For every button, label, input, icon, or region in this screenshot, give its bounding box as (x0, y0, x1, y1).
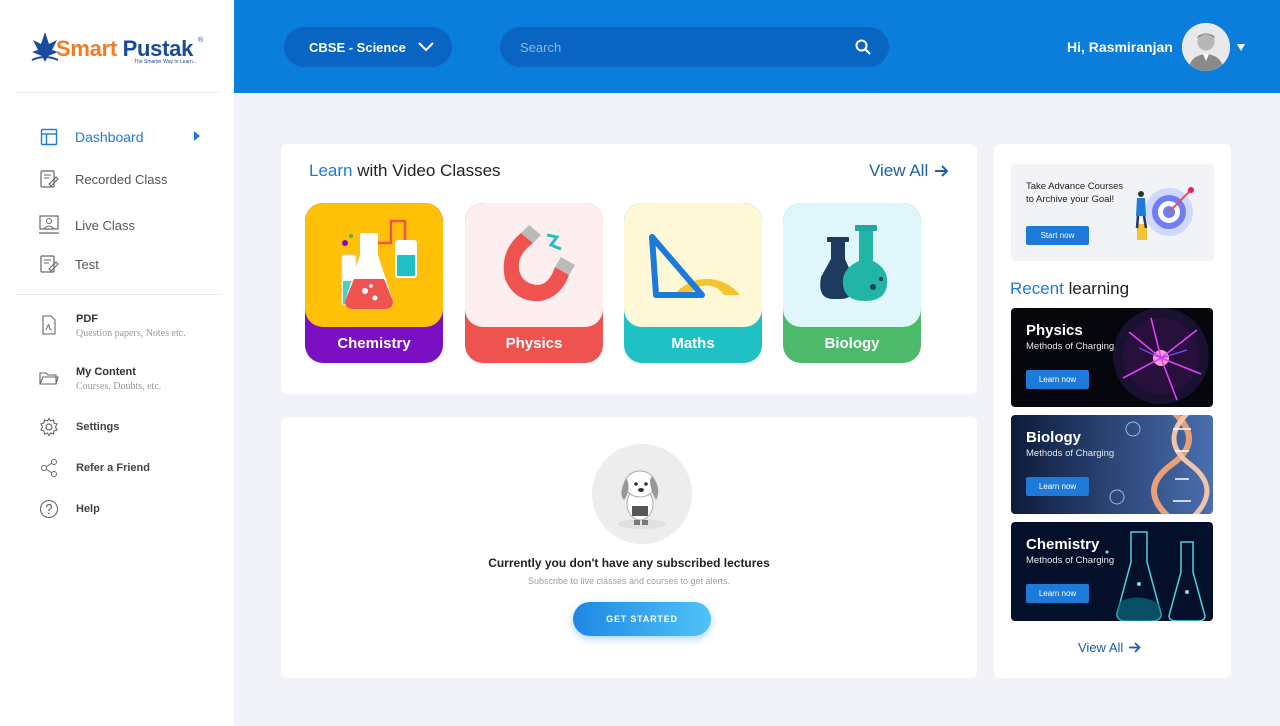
recent-learning-title: Recent learning (1010, 279, 1130, 298)
live-class-icon (38, 214, 60, 236)
my-content-title: My Content (76, 366, 136, 378)
view-all-video-classes-link[interactable]: View All (869, 161, 949, 181)
get-started-button[interactable]: GET STARTED (573, 602, 711, 636)
subject-name: Biology (824, 335, 880, 352)
course-selector-label: CBSE - Science (309, 39, 406, 55)
user-menu-caret-icon[interactable] (1237, 44, 1245, 51)
course-selector[interactable]: CBSE - Science (284, 27, 452, 67)
promo-banner: Take Advance Courses to Archive your Goa… (1011, 164, 1214, 261)
test-icon (38, 253, 60, 275)
pdf-icon (38, 314, 60, 336)
recent-card-physics[interactable]: Physics Methods of Charging Learn now (1011, 308, 1213, 407)
sidebar: Smart Pustak ® The Smarter Way to Learn.… (0, 0, 234, 726)
empty-state-illustration (592, 444, 692, 544)
pdf-subtitle: Question papers, Notes etc. (76, 328, 186, 339)
dog-mascot-icon (618, 470, 666, 529)
logo[interactable]: Smart Pustak ® The Smarter Way to Learn.… (30, 26, 210, 72)
target-goal-icon (1135, 187, 1194, 240)
recent-card-chemistry[interactable]: Chemistry Methods of Charging Learn now (1011, 522, 1213, 621)
video-classes-title: Learn with Video Classes (309, 161, 501, 180)
sidebar-item-pdf[interactable]: PDF Question papers, Notes etc. (38, 313, 218, 339)
search-bar (500, 27, 889, 67)
top-header: CBSE - Science Hi, Rasmiranjan (234, 0, 1280, 93)
sidebar-item-label: Recorded Class (75, 171, 168, 187)
sidebar-divider (16, 294, 219, 295)
chemistry-flask-icon (341, 219, 417, 309)
help-icon (38, 498, 60, 520)
my-content-subtitle: Courses, Doubts, etc. (76, 381, 162, 392)
arrow-right-icon (1129, 642, 1142, 653)
subject-name: Chemistry (337, 335, 411, 352)
subject-card-chemistry[interactable]: Chemistry (305, 203, 443, 363)
user-avatar-icon (1182, 23, 1230, 71)
avatar[interactable] (1182, 23, 1230, 71)
recorded-class-icon (38, 168, 60, 190)
recent-card-title: Chemistry (1026, 536, 1100, 553)
protractor-ruler-icon (649, 234, 740, 298)
sidebar-item-refer[interactable]: Refer a Friend (38, 457, 218, 479)
chevron-down-icon (418, 42, 434, 52)
sidebar-item-label: Dashboard (75, 129, 144, 145)
subject-name: Maths (671, 335, 715, 352)
active-indicator-icon (194, 131, 200, 141)
recent-card-title: Biology (1026, 429, 1081, 446)
sidebar-item-label: Refer a Friend (76, 462, 150, 474)
sidebar-item-settings[interactable]: Settings (38, 416, 218, 438)
arrow-right-icon (935, 165, 949, 177)
subject-name: Physics (505, 335, 563, 352)
sidebar-item-label: Live Class (75, 217, 135, 233)
subject-card-biology[interactable]: Biology (783, 203, 921, 363)
recent-card-subtitle: Methods of Charging (1026, 448, 1115, 459)
folder-icon (38, 367, 60, 389)
video-classes-card: Learn with Video Classes View All Chemis… (281, 144, 977, 394)
recent-card-subtitle: Methods of Charging (1026, 341, 1115, 352)
empty-state-title: Currently you don't have any subscribed … (488, 556, 770, 570)
sidebar-item-test[interactable]: Test (38, 251, 218, 277)
recent-card-subtitle: Methods of Charging (1026, 555, 1115, 566)
view-all-recent-link[interactable]: View All (1078, 640, 1142, 655)
sidebar-item-label: Test (75, 256, 99, 272)
pdf-title: PDF (76, 313, 98, 325)
empty-state-hint: Subscribe to live classes and courses to… (527, 576, 731, 586)
sidebar-divider (16, 92, 219, 93)
start-now-button[interactable]: Start now (1026, 226, 1089, 245)
gear-icon (38, 416, 60, 438)
sidebar-item-label: Settings (76, 421, 120, 433)
search-icon[interactable] (855, 39, 871, 55)
subscribed-lectures-card: Currently you don't have any subscribed … (281, 417, 977, 678)
promo-text: Take Advance Courses to Archive your Goa… (1026, 181, 1124, 205)
sidebar-item-recorded-class[interactable]: Recorded Class (38, 166, 218, 192)
brand-tagline: The Smarter Way to Learn... (134, 59, 197, 65)
sidebar-item-help[interactable]: Help (38, 498, 218, 520)
learn-now-button[interactable]: Learn now (1026, 370, 1089, 389)
magnet-icon (503, 225, 575, 302)
dashboard-icon (38, 126, 60, 148)
biology-flask-icon (820, 225, 888, 301)
sidebar-item-live-class[interactable]: Live Class (38, 212, 218, 238)
search-input[interactable] (520, 37, 840, 57)
recent-card-title: Physics (1026, 322, 1083, 339)
learn-now-button[interactable]: Learn now (1026, 477, 1089, 496)
recent-card-biology[interactable]: Biology Methods of Charging Learn now (1011, 415, 1213, 514)
registered-mark: ® (198, 37, 204, 44)
right-panel: Take Advance Courses to Archive your Goa… (994, 144, 1231, 678)
share-icon (38, 457, 60, 479)
sidebar-item-label: Help (76, 503, 100, 515)
subject-card-maths[interactable]: Maths (624, 203, 762, 363)
learn-now-button[interactable]: Learn now (1026, 584, 1089, 603)
user-greeting: Hi, Rasmiranjan (1067, 39, 1173, 55)
subject-card-physics[interactable]: Physics (465, 203, 603, 363)
sidebar-item-my-content[interactable]: My Content Courses, Doubts, etc. (38, 366, 218, 392)
sidebar-item-dashboard[interactable]: Dashboard (38, 124, 218, 150)
